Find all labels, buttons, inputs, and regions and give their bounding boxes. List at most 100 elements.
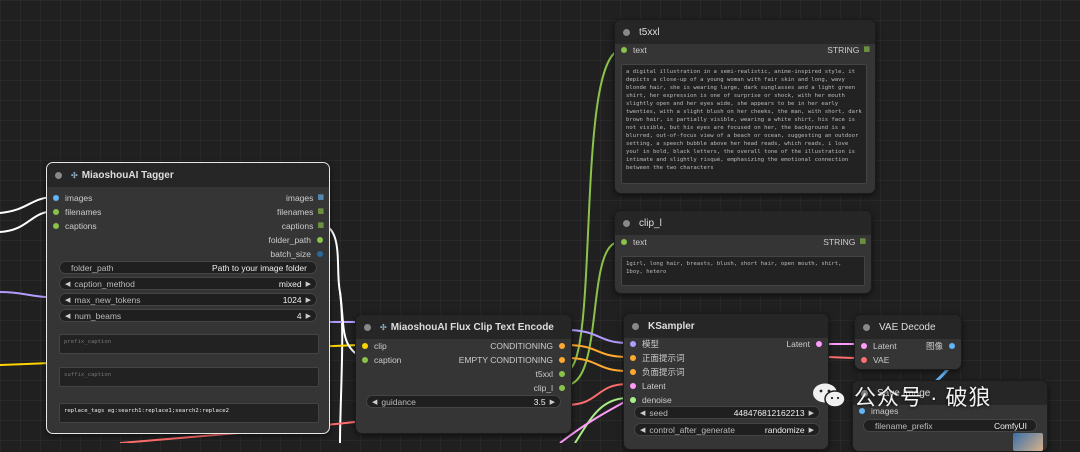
ksampler-node[interactable]: KSampler 模型 正面提示词 负面提示词 Latent denoise L… xyxy=(623,313,829,450)
t5xxl-title-bar[interactable]: t5xxl xyxy=(615,20,875,44)
collapse-dot-icon[interactable] xyxy=(632,322,639,330)
vae-decode-title-bar[interactable]: VAE Decode xyxy=(855,315,961,339)
socket-dot-icon[interactable] xyxy=(630,397,636,403)
tagger-node[interactable]: ✣ MiaoshouAI Tagger images filenames cap… xyxy=(46,162,330,434)
input-negative[interactable]: 负面提示词 xyxy=(630,366,685,378)
input-vae[interactable]: VAE xyxy=(861,354,889,366)
socket-dot-icon[interactable] xyxy=(949,343,955,349)
socket-dot-icon[interactable] xyxy=(53,195,59,201)
tagger-title: MiaoshouAI Tagger xyxy=(81,169,174,181)
prefix-caption-textarea[interactable]: prefix_caption xyxy=(59,334,319,354)
collapse-dot-icon[interactable] xyxy=(55,171,62,179)
clip-l-title-bar[interactable]: clip_l xyxy=(615,211,871,235)
output-string[interactable]: STRING ▦ xyxy=(827,44,870,56)
output-clip-l[interactable]: clip_l xyxy=(534,382,565,394)
socket-dot-icon[interactable] xyxy=(621,239,627,245)
image-preview xyxy=(1013,433,1043,451)
socket-dot-icon[interactable] xyxy=(621,47,627,53)
output-label: t5xxl xyxy=(535,369,553,379)
input-latent[interactable]: Latent xyxy=(630,380,666,392)
output-empty-conditioning[interactable]: EMPTY CONDITIONING xyxy=(459,354,565,366)
output-latent[interactable]: Latent xyxy=(786,338,822,350)
suffix-caption-textarea[interactable]: suffix_caption xyxy=(59,367,319,387)
collapse-dot-icon[interactable] xyxy=(863,323,870,331)
ksampler-title-bar[interactable]: KSampler xyxy=(624,314,828,338)
socket-dot-icon[interactable] xyxy=(630,355,636,361)
input-label: Latent xyxy=(642,381,666,391)
output-captions[interactable]: captions ▦ xyxy=(282,220,324,232)
wechat-logo-icon xyxy=(813,383,846,408)
output-folder-path[interactable]: folder_path xyxy=(268,234,323,246)
input-captions[interactable]: captions xyxy=(53,220,97,232)
tagger-title-bar[interactable]: ✣ MiaoshouAI Tagger xyxy=(47,163,329,187)
output-label: folder_path xyxy=(268,235,311,245)
socket-dot-icon[interactable] xyxy=(816,341,822,347)
arrow-right-icon[interactable]: ▶ xyxy=(809,426,814,434)
arrow-right-icon[interactable]: ▶ xyxy=(550,398,555,406)
output-batch-size[interactable]: batch_size xyxy=(270,248,323,260)
arrow-right-icon[interactable]: ▶ xyxy=(306,280,311,288)
output-t5xxl[interactable]: t5xxl xyxy=(536,368,565,380)
list-socket-icon[interactable]: ▦ xyxy=(317,192,324,204)
input-denoise[interactable]: denoise xyxy=(630,394,672,406)
input-filenames[interactable]: filenames xyxy=(53,206,101,218)
socket-dot-icon[interactable] xyxy=(630,369,636,375)
output-filenames[interactable]: filenames ▦ xyxy=(277,206,324,218)
list-socket-icon[interactable]: ▦ xyxy=(317,220,324,232)
seed-stepper[interactable]: ◀ seed 448476812162213 ▶ xyxy=(634,406,820,419)
input-text[interactable]: text xyxy=(621,44,647,56)
socket-dot-icon[interactable] xyxy=(559,385,565,391)
t5xxl-text-area[interactable]: a digital illustration in a semi-realist… xyxy=(621,64,867,184)
socket-dot-icon[interactable] xyxy=(861,343,867,349)
folder-path-field[interactable]: folder_path Path to your image folder xyxy=(59,261,317,274)
socket-dot-icon[interactable] xyxy=(317,251,323,257)
input-caption[interactable]: caption xyxy=(362,354,401,366)
vae-decode-node[interactable]: VAE Decode Latent VAE 图像 xyxy=(854,314,962,370)
socket-dot-icon[interactable] xyxy=(559,357,565,363)
input-positive[interactable]: 正面提示词 xyxy=(630,352,685,364)
list-socket-icon[interactable]: ▦ xyxy=(317,206,324,218)
socket-dot-icon[interactable] xyxy=(53,223,59,229)
input-text[interactable]: text xyxy=(621,236,647,248)
filename-prefix-field[interactable]: filename_prefix ComfyUI xyxy=(863,419,1037,432)
input-clip[interactable]: clip xyxy=(362,340,387,352)
socket-dot-icon[interactable] xyxy=(559,371,565,377)
input-images[interactable]: images xyxy=(53,192,92,204)
output-image[interactable]: 图像 xyxy=(926,340,955,352)
max-new-tokens-stepper[interactable]: ◀ max_new_tokens 1024 ▶ xyxy=(59,293,317,306)
replace-tags-textarea[interactable]: replace_tags eg:search1:replace1;search2… xyxy=(59,403,319,423)
output-conditioning[interactable]: CONDITIONING xyxy=(490,340,565,352)
encoder-title-bar[interactable]: ✣ MiaoshouAI Flux Clip Text Encode xyxy=(356,315,571,339)
wire-lavender-in xyxy=(0,291,47,298)
caption-method-combo[interactable]: ◀ caption_method mixed ▶ xyxy=(59,277,317,290)
output-string[interactable]: STRING ▦ xyxy=(823,236,866,248)
socket-dot-icon[interactable] xyxy=(559,343,565,349)
socket-dot-icon[interactable] xyxy=(53,209,59,215)
input-label: text xyxy=(633,237,647,247)
socket-dot-icon[interactable] xyxy=(362,357,368,363)
socket-dot-icon[interactable] xyxy=(362,343,368,349)
list-socket-icon[interactable]: ▦ xyxy=(863,44,870,56)
input-latent[interactable]: Latent xyxy=(861,340,897,352)
t5xxl-node[interactable]: t5xxl text STRING ▦ a digital illustrati… xyxy=(614,19,876,194)
widget-value: 4 xyxy=(296,310,302,321)
output-images[interactable]: images ▦ xyxy=(286,192,324,204)
collapse-dot-icon[interactable] xyxy=(364,323,371,331)
socket-dot-icon[interactable] xyxy=(630,341,636,347)
num-beams-stepper[interactable]: ◀ num_beams 4 ▶ xyxy=(59,309,317,322)
widget-value: 1024 xyxy=(282,294,302,305)
socket-dot-icon[interactable] xyxy=(861,357,867,363)
collapse-dot-icon[interactable] xyxy=(623,219,630,227)
input-model[interactable]: 模型 xyxy=(630,338,659,350)
list-socket-icon[interactable]: ▦ xyxy=(859,236,866,248)
socket-dot-icon[interactable] xyxy=(317,237,323,243)
clip-l-node[interactable]: clip_l text STRING ▦ 1girl, long hair, b… xyxy=(614,210,872,294)
collapse-dot-icon[interactable] xyxy=(623,28,630,36)
arrow-right-icon[interactable]: ▶ xyxy=(306,312,311,320)
clip-l-text-area[interactable]: 1girl, long hair, breasts, blush, short … xyxy=(621,256,865,286)
socket-dot-icon[interactable] xyxy=(630,383,636,389)
arrow-right-icon[interactable]: ▶ xyxy=(306,296,311,304)
guidance-stepper[interactable]: ◀ guidance 3.5 ▶ xyxy=(366,395,561,408)
encoder-node[interactable]: ✣ MiaoshouAI Flux Clip Text Encode clip … xyxy=(355,314,572,434)
control-after-generate-combo[interactable]: ◀ control_after_generate randomize ▶ xyxy=(634,423,820,436)
